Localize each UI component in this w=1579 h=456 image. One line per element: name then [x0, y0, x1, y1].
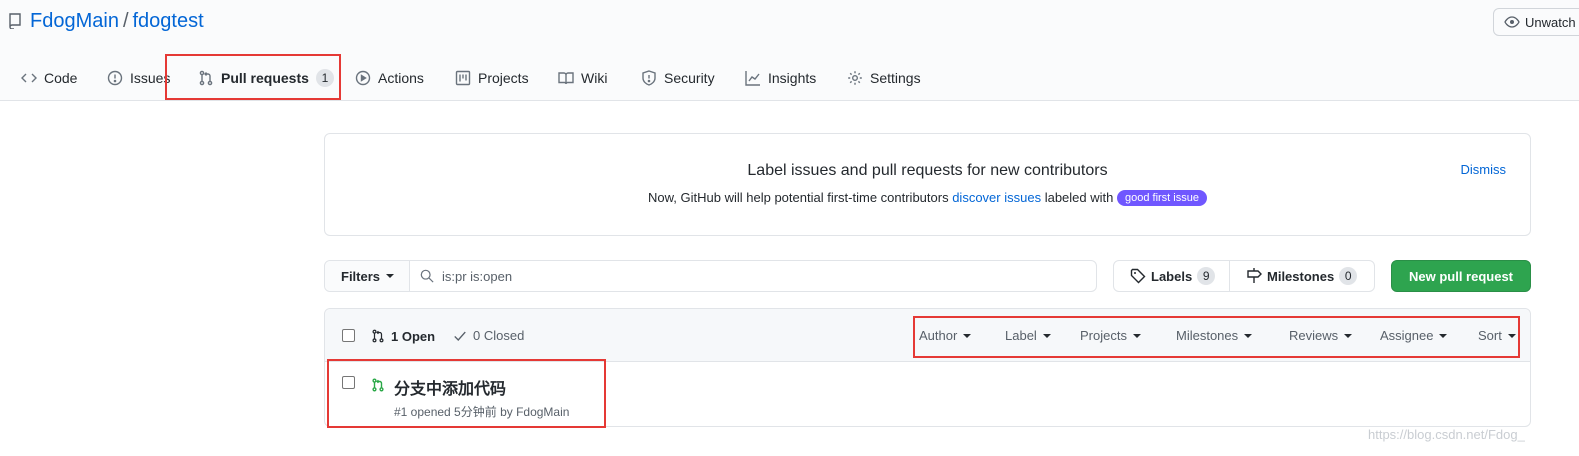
caret-down-icon: [1132, 333, 1141, 338]
banner-title: Label issues and pull requests for new c…: [747, 162, 1108, 179]
shield-icon: [642, 70, 656, 86]
caret-down-icon: [1042, 333, 1051, 338]
new-contributors-banner: Label issues and pull requests for new c…: [324, 133, 1531, 236]
banner-text-after: labeled with: [1044, 190, 1114, 205]
tab-projects-label: Projects: [478, 70, 529, 86]
caret-down-icon: [1244, 333, 1253, 338]
good-first-issue-label[interactable]: good first issue: [1116, 190, 1207, 206]
tab-settings[interactable]: Settings: [847, 56, 921, 100]
reviews-filter-label: Reviews: [1289, 328, 1339, 343]
selected-tab-underline: [185, 98, 325, 100]
tab-security[interactable]: Security: [641, 56, 715, 100]
watermark: https://blog.csdn.net/Fdog_: [1368, 427, 1525, 442]
milestones-count: 0: [1339, 267, 1358, 285]
sort-filter-label: Sort: [1478, 328, 1502, 343]
dismiss-button[interactable]: Dismiss: [1461, 162, 1507, 177]
git-pull-request-icon: [372, 329, 384, 343]
repo-owner-link[interactable]: FdogMain: [30, 10, 119, 32]
code-icon: [21, 73, 37, 83]
pull-request-meta: #1 opened 5分钟前 by FdogMain: [394, 405, 570, 419]
tab-insights-label: Insights: [768, 70, 817, 86]
issue-icon: [107, 70, 123, 86]
tab-pull-requests[interactable]: Pull requests 1: [198, 56, 334, 100]
assignee-filter[interactable]: Assignee: [1380, 328, 1448, 343]
repo-header: FdogMain / fdogtest Unwatch Code Issues Pu…: [0, 0, 1579, 101]
repo-separator: /: [122, 10, 129, 32]
unwatch-button[interactable]: Unwatch: [1493, 8, 1579, 36]
gear-icon: [848, 71, 862, 85]
milestone-icon: [1247, 268, 1262, 283]
tab-actions-label: Actions: [378, 70, 424, 86]
labels-label: Labels: [1151, 268, 1193, 284]
tag-icon: [1130, 268, 1146, 284]
assignee-filter-label: Assignee: [1380, 328, 1434, 343]
select-all-checkbox[interactable]: [342, 329, 355, 342]
author-filter[interactable]: Author: [919, 328, 972, 343]
project-icon: [455, 70, 471, 86]
new-pull-request-button[interactable]: New pull request: [1391, 260, 1531, 292]
tab-issues-label: Issues: [130, 70, 171, 86]
labels-button[interactable]: Labels 9: [1113, 260, 1230, 292]
repo-icon: [9, 13, 21, 29]
milestones-filter[interactable]: Milestones: [1176, 328, 1253, 343]
labels-count: 9: [1197, 267, 1216, 285]
milestones-filter-label: Milestones: [1176, 328, 1239, 343]
book-icon: [558, 72, 574, 85]
tab-actions[interactable]: Actions: [355, 56, 424, 100]
search-input[interactable]: [442, 268, 1042, 284]
list-header: 1 Open 0 Closed Author Label Projects Mi…: [325, 309, 1530, 362]
filters-dropdown[interactable]: Filters: [325, 261, 410, 291]
check-icon: [454, 331, 466, 341]
list-item: 分支中添加代码 #1 opened 5分钟前 by FdogMain: [325, 362, 1530, 427]
eye-icon: [1504, 16, 1520, 28]
author-filter-label: Author: [919, 328, 958, 343]
play-icon: [355, 70, 371, 86]
tab-code-label: Code: [44, 70, 78, 86]
item-checkbox[interactable]: [342, 376, 355, 389]
search-icon: [420, 269, 434, 283]
filters-label: Filters: [341, 268, 381, 284]
milestones-button[interactable]: Milestones 0: [1229, 260, 1375, 292]
milestones-label: Milestones: [1267, 268, 1335, 284]
discover-issues-link[interactable]: discover issues: [952, 190, 1041, 205]
pull-request-title[interactable]: 分支中添加代码: [394, 375, 506, 399]
caret-down-icon: [963, 333, 972, 338]
tab-pull-requests-label: Pull requests: [221, 70, 309, 86]
tab-settings-label: Settings: [870, 70, 921, 86]
repo-name-link[interactable]: fdogtest: [133, 10, 204, 32]
git-pull-request-icon: [199, 70, 213, 86]
unwatch-label: Unwatch: [1525, 14, 1576, 30]
caret-down-icon: [1344, 333, 1353, 338]
open-filter[interactable]: 1 Open: [371, 328, 435, 344]
open-count-label: 1 Open: [391, 328, 436, 344]
tab-issues[interactable]: Issues: [107, 56, 170, 100]
pull-requests-counter: 1: [315, 69, 334, 87]
tab-wiki[interactable]: Wiki: [558, 56, 607, 100]
tab-code[interactable]: Code: [21, 56, 77, 100]
closed-count-label: 0 Closed: [473, 328, 525, 343]
reviews-filter[interactable]: Reviews: [1289, 328, 1353, 343]
caret-down-icon: [1507, 333, 1516, 338]
label-filter[interactable]: Label: [1005, 328, 1051, 343]
tab-wiki-label: Wiki: [581, 70, 608, 86]
repo-title: FdogMain / fdogtest: [30, 10, 204, 33]
banner-text: Now, GitHub will help potential first-ti…: [325, 190, 1530, 206]
search-box: [410, 261, 1096, 291]
caret-down-icon: [1439, 333, 1448, 338]
sort-filter[interactable]: Sort: [1478, 328, 1516, 343]
tab-security-label: Security: [664, 70, 715, 86]
tab-insights[interactable]: Insights: [745, 56, 816, 100]
banner-text-before: Now, GitHub will help potential first-ti…: [648, 190, 949, 205]
graph-icon: [745, 71, 760, 86]
tab-projects[interactable]: Projects: [455, 56, 529, 100]
filter-bar: Filters: [324, 260, 1097, 292]
caret-down-icon: [386, 274, 395, 278]
open-pull-request-icon: [372, 378, 384, 392]
projects-filter-label: Projects: [1080, 328, 1127, 343]
projects-filter[interactable]: Projects: [1080, 328, 1141, 343]
closed-filter[interactable]: 0 Closed: [453, 328, 524, 343]
pull-request-list: 1 Open 0 Closed Author Label Projects Mi…: [324, 308, 1531, 427]
label-filter-label: Label: [1005, 328, 1037, 343]
